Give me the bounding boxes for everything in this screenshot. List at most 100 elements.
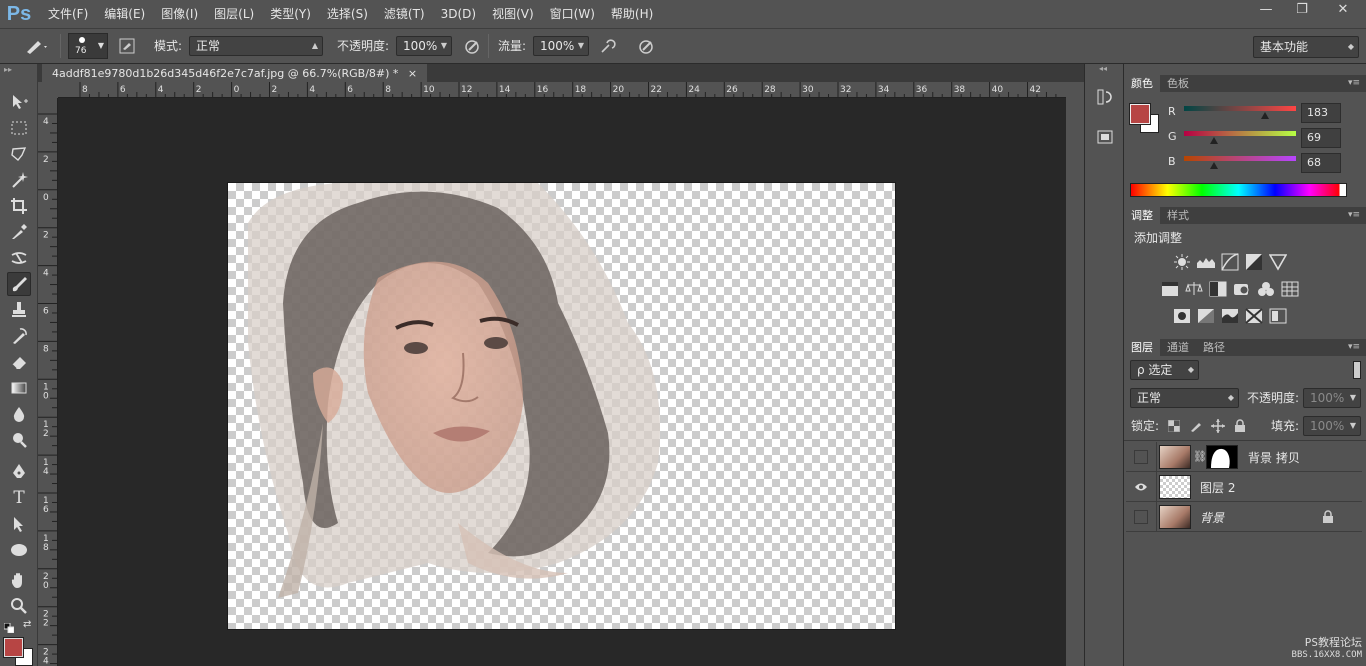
layer-row[interactable]: 图层 2 — [1126, 472, 1362, 502]
black-white-icon[interactable] — [1207, 279, 1229, 299]
lasso-tool-icon[interactable] — [7, 142, 31, 166]
levels-icon[interactable] — [1195, 252, 1217, 272]
close-button[interactable]: ✕ — [1320, 0, 1366, 18]
visibility-toggle[interactable] — [1134, 450, 1148, 464]
fill-field[interactable]: 100% ▼ — [1303, 416, 1361, 436]
history-brush-tool-icon[interactable] — [7, 324, 31, 348]
tab-styles[interactable]: 样式 — [1160, 207, 1196, 224]
exposure-icon[interactable] — [1243, 252, 1265, 272]
opacity-field[interactable]: 100% ▼ — [396, 36, 452, 56]
tab-layers[interactable]: 图层 — [1124, 339, 1160, 356]
tab-adjustments[interactable]: 调整 — [1124, 207, 1160, 224]
panel-menu-icon[interactable]: ▾≡ — [1348, 78, 1360, 88]
layer-row[interactable]: ⛓ 背景 拷贝 — [1126, 442, 1362, 472]
image-canvas[interactable] — [228, 183, 895, 629]
type-tool-icon[interactable]: T — [7, 486, 31, 510]
workspace-select[interactable]: 基本功能 ◆ — [1253, 36, 1359, 58]
lock-all-icon[interactable] — [1233, 419, 1247, 433]
brush-preset-icon[interactable] — [20, 35, 54, 57]
link-chain-icon[interactable]: ⛓ — [1193, 450, 1207, 463]
menu-filter[interactable]: 滤镜(T) — [376, 0, 433, 28]
foreground-color-chip[interactable] — [1129, 103, 1151, 125]
menu-file[interactable]: 文件(F) — [40, 0, 96, 28]
layer-thumbnail[interactable] — [1159, 475, 1191, 499]
invert-icon[interactable] — [1171, 306, 1193, 326]
brightness-contrast-icon[interactable] — [1171, 252, 1193, 272]
menu-help[interactable]: 帮助(H) — [603, 0, 661, 28]
g-input[interactable]: 69 — [1301, 128, 1341, 148]
menu-edit[interactable]: 编辑(E) — [96, 0, 153, 28]
eraser-tool-icon[interactable] — [7, 350, 31, 374]
history-panel-icon[interactable] — [1094, 86, 1116, 108]
eyedropper-tool-icon[interactable] — [7, 220, 31, 244]
b-slider[interactable] — [1184, 156, 1296, 161]
minimize-button[interactable]: — — [1248, 0, 1284, 18]
tab-color[interactable]: 颜色 — [1124, 75, 1160, 92]
g-slider-thumb[interactable] — [1210, 137, 1219, 144]
airbrush-icon[interactable] — [598, 37, 618, 57]
brush-size-picker[interactable]: 76 ▼ — [68, 33, 108, 59]
threshold-icon[interactable] — [1219, 306, 1241, 326]
lock-transparent-icon[interactable] — [1167, 419, 1181, 433]
panel-collapse-icon[interactable]: ▸▸ — [4, 65, 12, 74]
tab-paths[interactable]: 路径 — [1196, 339, 1232, 356]
layer-filter-toggle[interactable] — [1353, 361, 1361, 379]
mode-select[interactable]: 正常 ▲ — [189, 36, 323, 56]
close-icon[interactable]: × — [408, 67, 417, 80]
menu-window[interactable]: 窗口(W) — [542, 0, 603, 28]
blur-tool-icon[interactable] — [7, 402, 31, 426]
menu-3d[interactable]: 3D(D) — [433, 0, 484, 28]
hue-saturation-icon[interactable] — [1159, 279, 1181, 299]
pressure-size-icon[interactable] — [636, 37, 656, 57]
blend-mode-select[interactable]: 正常 ◆ — [1130, 388, 1239, 408]
tab-channels[interactable]: 通道 — [1160, 339, 1196, 356]
layer-mask-thumbnail[interactable] — [1206, 445, 1238, 469]
magic-wand-tool-icon[interactable] — [7, 168, 31, 192]
crop-tool-icon[interactable] — [7, 194, 31, 218]
layer-thumbnail[interactable] — [1159, 505, 1191, 529]
menu-select[interactable]: 选择(S) — [319, 0, 376, 28]
layer-name[interactable]: 图层 2 — [1200, 479, 1235, 496]
curves-icon[interactable] — [1219, 252, 1241, 272]
gradient-map-icon[interactable] — [1243, 306, 1265, 326]
layer-opacity-field[interactable]: 100% ▼ — [1303, 388, 1361, 408]
pen-tool-icon[interactable] — [7, 460, 31, 484]
menu-view[interactable]: 视图(V) — [484, 0, 542, 28]
r-input[interactable]: 183 — [1301, 103, 1341, 123]
tab-swatches[interactable]: 色板 — [1160, 75, 1196, 92]
brush-panel-toggle-icon[interactable] — [118, 37, 136, 55]
healing-brush-tool-icon[interactable] — [7, 246, 31, 270]
default-colors-icon[interactable] — [3, 622, 15, 634]
lock-position-icon[interactable] — [1211, 419, 1225, 433]
photo-filter-icon[interactable] — [1231, 279, 1253, 299]
color-balance-icon[interactable] — [1183, 279, 1205, 299]
r-slider[interactable] — [1184, 106, 1296, 111]
visibility-toggle[interactable] — [1134, 510, 1148, 524]
layer-thumbnail[interactable] — [1159, 445, 1191, 469]
panel-menu-icon[interactable]: ▾≡ — [1348, 210, 1360, 220]
flow-field[interactable]: 100% ▼ — [533, 36, 589, 56]
vertical-ruler[interactable]: 42024681012141618202224 — [38, 98, 58, 666]
color-lookup-icon[interactable] — [1279, 279, 1301, 299]
panel-menu-icon[interactable]: ▾≡ — [1348, 342, 1360, 352]
hand-tool-icon[interactable] — [7, 568, 31, 592]
dodge-tool-icon[interactable] — [7, 428, 31, 452]
clone-stamp-tool-icon[interactable] — [7, 298, 31, 322]
move-tool-icon[interactable] — [7, 90, 31, 114]
menu-image[interactable]: 图像(I) — [153, 0, 206, 28]
gradient-tool-icon[interactable] — [7, 376, 31, 400]
layer-name[interactable]: 背景 — [1200, 509, 1224, 526]
posterize-icon[interactable] — [1195, 306, 1217, 326]
layer-row[interactable]: 背景 — [1126, 502, 1362, 532]
properties-panel-icon[interactable] — [1094, 126, 1116, 148]
restore-button[interactable]: ❐ — [1284, 0, 1320, 18]
selective-color-icon[interactable] — [1267, 306, 1289, 326]
b-input[interactable]: 68 — [1301, 153, 1341, 173]
vibrance-icon[interactable] — [1267, 252, 1289, 272]
dock-collapse-icon[interactable]: ◂◂ — [1099, 64, 1107, 73]
document-scrollbar[interactable] — [1066, 82, 1084, 666]
color-spectrum-ramp[interactable] — [1130, 183, 1347, 197]
foreground-color-swatch[interactable] — [3, 637, 24, 658]
horizontal-ruler[interactable]: 8 6 4 2 0 2 4 6 8 10 12 14 16 18 20 22 24 26 28 30 32 34 36 38 4… — [58, 82, 1066, 98]
zoom-tool-icon[interactable] — [7, 594, 31, 618]
